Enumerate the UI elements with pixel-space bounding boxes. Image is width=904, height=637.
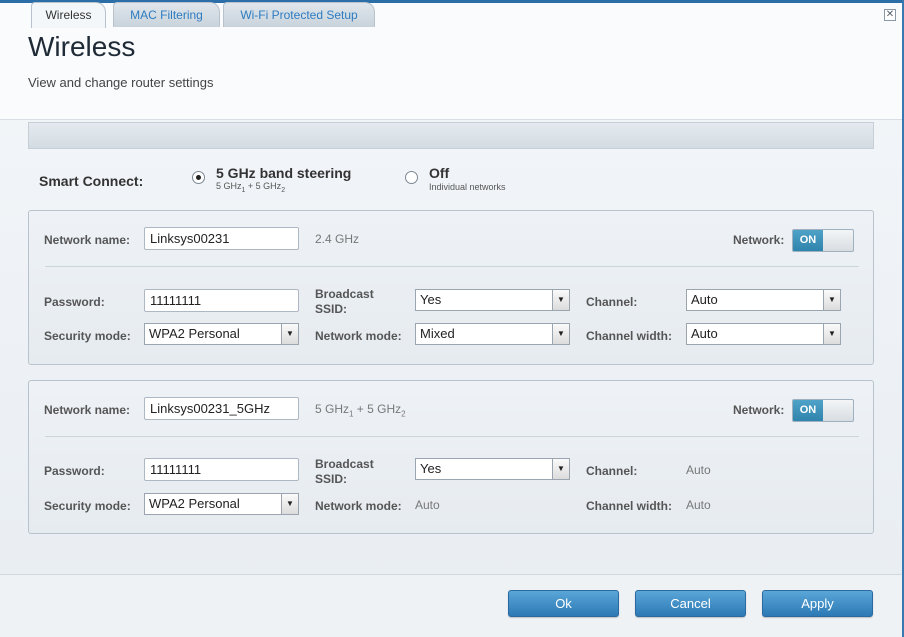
page-subtitle: View and change router settings bbox=[28, 75, 214, 90]
channel-value: Auto bbox=[691, 292, 718, 307]
broadcast-ssid-select[interactable]: Yes ▼ bbox=[415, 289, 570, 311]
panel-divider bbox=[45, 266, 859, 267]
chevron-down-icon[interactable]: ▼ bbox=[281, 494, 298, 514]
security-mode-select[interactable]: WPA2 Personal ▼ bbox=[144, 323, 299, 345]
tab-bar bbox=[28, 122, 874, 149]
chevron-down-icon[interactable]: ▼ bbox=[281, 324, 298, 344]
network-toggle[interactable]: ON bbox=[792, 229, 854, 252]
security-mode-label: Security mode: bbox=[44, 499, 131, 513]
security-mode-select[interactable]: WPA2 Personal ▼ bbox=[144, 493, 299, 515]
chevron-down-icon[interactable]: ▼ bbox=[552, 290, 569, 310]
network-mode-value: Auto bbox=[415, 498, 440, 512]
broadcast-ssid-select[interactable]: Yes ▼ bbox=[415, 458, 570, 480]
network-name-input[interactable] bbox=[144, 227, 299, 250]
off-label: Off bbox=[429, 165, 450, 181]
network-toggle[interactable]: ON bbox=[792, 399, 854, 422]
security-mode-label: Security mode: bbox=[44, 329, 131, 343]
broadcast-ssid-value: Yes bbox=[420, 461, 442, 476]
password-label: Password: bbox=[44, 295, 105, 309]
cancel-button[interactable]: Cancel bbox=[635, 590, 746, 617]
ok-button[interactable]: Ok bbox=[508, 590, 619, 617]
channel-width-value: Auto bbox=[686, 498, 711, 512]
panel-divider bbox=[45, 436, 859, 437]
channel-value: Auto bbox=[686, 463, 711, 477]
network-mode-value: Mixed bbox=[420, 326, 455, 341]
channel-width-select[interactable]: Auto ▼ bbox=[686, 323, 841, 345]
off-sublabel: Individual networks bbox=[429, 182, 506, 192]
channel-width-label: Channel width: bbox=[586, 329, 672, 343]
network-name-label: Network name: bbox=[44, 233, 131, 247]
toggle-on-label: ON bbox=[793, 230, 823, 251]
network-name-label: Network name: bbox=[44, 403, 131, 417]
tab-wifi-protected-setup[interactable]: Wi-Fi Protected Setup bbox=[223, 2, 375, 27]
band-label: 5 GHz1 + 5 GHz2 bbox=[315, 402, 406, 419]
chevron-down-icon[interactable]: ▼ bbox=[552, 324, 569, 344]
broadcast-ssid-value: Yes bbox=[420, 292, 442, 307]
toggle-on-label: ON bbox=[793, 400, 823, 421]
channel-width-label: Channel width: bbox=[586, 499, 672, 513]
chevron-down-icon[interactable]: ▼ bbox=[823, 324, 840, 344]
network-mode-select[interactable]: Mixed ▼ bbox=[415, 323, 570, 345]
password-label: Password: bbox=[44, 464, 105, 478]
tab-mac-filtering[interactable]: MAC Filtering bbox=[113, 2, 220, 27]
band-steering-label: 5 GHz band steering bbox=[216, 165, 352, 181]
band-steering-sublabel: 5 GHz1 + 5 GHz2 bbox=[216, 181, 286, 194]
broadcast-ssid-label: Broadcast SSID: bbox=[315, 287, 374, 316]
broadcast-ssid-label: Broadcast SSID: bbox=[315, 457, 374, 486]
security-mode-value: WPA2 Personal bbox=[149, 496, 240, 511]
password-input[interactable] bbox=[144, 289, 299, 312]
network-toggle-label: Network: bbox=[733, 233, 785, 247]
network-mode-label: Network mode: bbox=[315, 329, 402, 343]
channel-select[interactable]: Auto ▼ bbox=[686, 289, 841, 311]
band-steering-radio[interactable] bbox=[192, 171, 205, 184]
channel-width-value: Auto bbox=[691, 326, 718, 341]
band-label: 2.4 GHz bbox=[315, 232, 360, 246]
tab-wireless[interactable]: Wireless bbox=[31, 2, 106, 28]
network-name-input[interactable] bbox=[144, 397, 299, 420]
smart-connect-label: Smart Connect: bbox=[39, 173, 144, 189]
close-icon[interactable]: ✕ bbox=[884, 9, 896, 21]
channel-label: Channel: bbox=[586, 295, 638, 309]
chevron-down-icon[interactable]: ▼ bbox=[823, 290, 840, 310]
security-mode-value: WPA2 Personal bbox=[149, 326, 240, 341]
network-toggle-label: Network: bbox=[733, 403, 785, 417]
network-mode-label: Network mode: bbox=[315, 499, 402, 513]
channel-label: Channel: bbox=[586, 464, 638, 478]
chevron-down-icon[interactable]: ▼ bbox=[552, 459, 569, 479]
off-radio[interactable] bbox=[405, 171, 418, 184]
password-input[interactable] bbox=[144, 458, 299, 481]
page-title: Wireless bbox=[28, 31, 136, 62]
apply-button[interactable]: Apply bbox=[762, 590, 873, 617]
